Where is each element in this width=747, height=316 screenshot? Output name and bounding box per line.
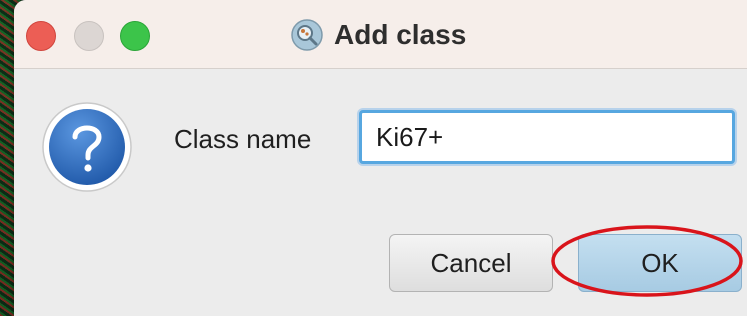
class-name-input[interactable] — [359, 110, 735, 164]
cancel-button[interactable]: Cancel — [389, 234, 553, 292]
close-button[interactable] — [26, 21, 56, 51]
title-group: Add class — [290, 17, 466, 53]
add-class-dialog: Add class Class name Cancel OK — [14, 0, 747, 316]
minimize-button[interactable] — [74, 21, 104, 51]
qupath-logo-icon — [291, 19, 323, 51]
window-title: Add class — [334, 19, 467, 50]
question-icon — [42, 102, 132, 192]
zoom-button[interactable] — [120, 21, 150, 51]
class-name-label: Class name — [174, 124, 312, 154]
ok-button[interactable]: OK — [578, 234, 742, 292]
title-bar[interactable]: Add class — [14, 0, 747, 69]
